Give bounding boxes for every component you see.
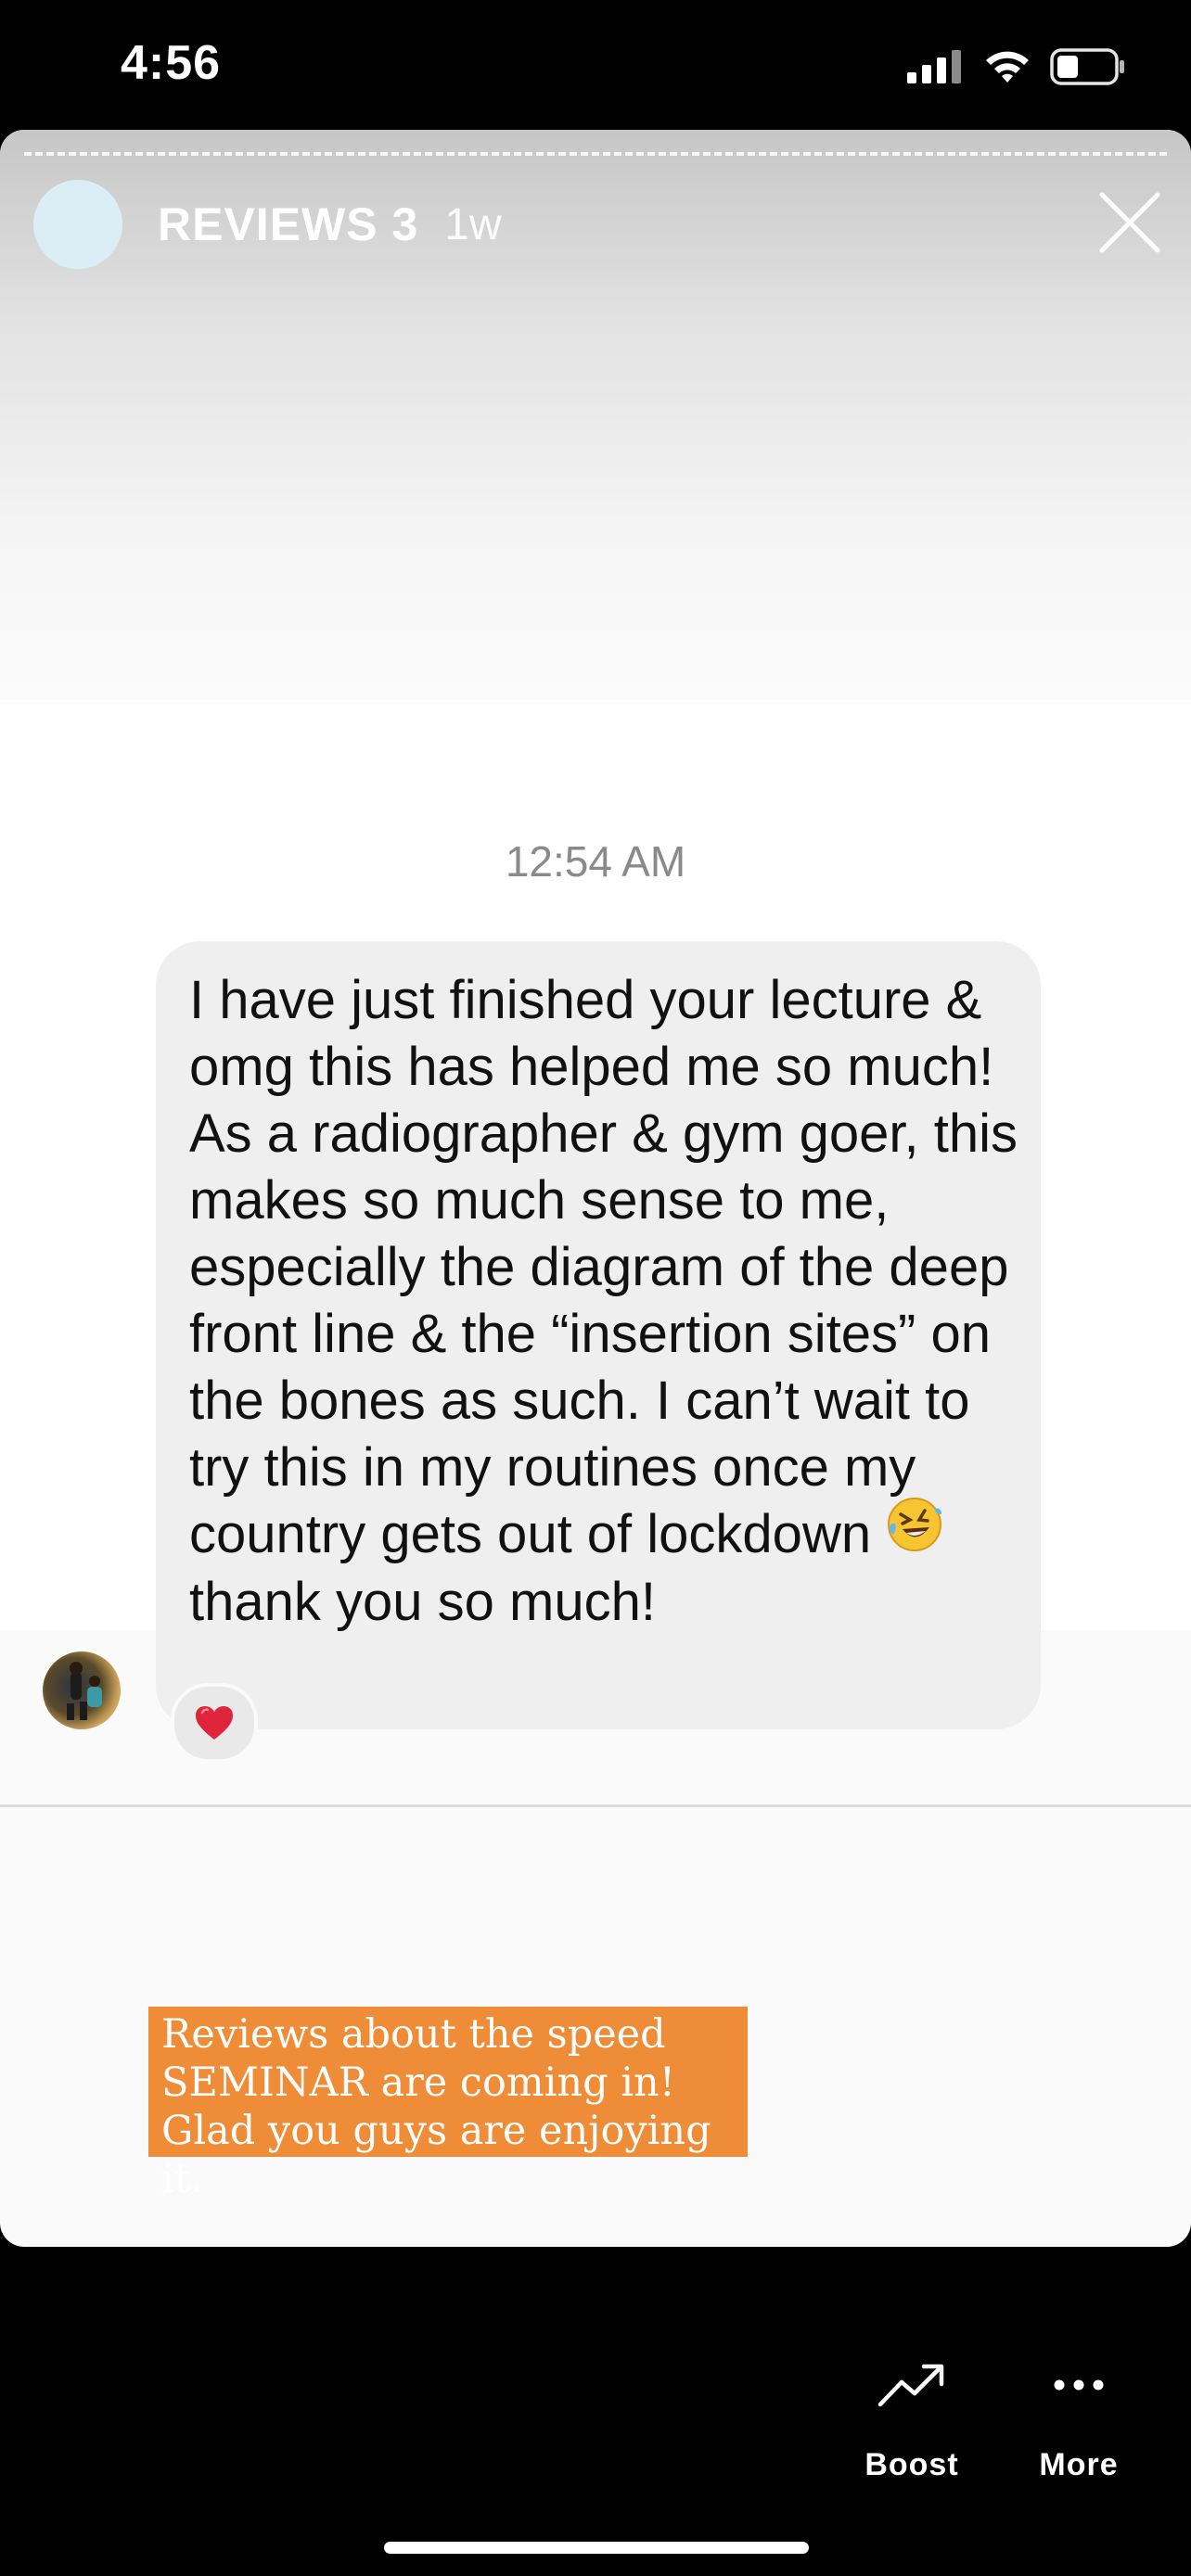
message-bubble: I have just finished your lecture & omg … <box>156 941 1041 1729</box>
battery-icon <box>1050 48 1124 85</box>
story-age: 1w <box>444 199 502 249</box>
more-label: More <box>1039 2447 1119 2482</box>
story-header: REVIEWS 3 1w <box>33 180 502 269</box>
sender-avatar <box>43 1651 121 1729</box>
wifi-icon <box>986 51 1029 83</box>
story-title[interactable]: REVIEWS 3 <box>158 198 418 251</box>
message-text: I have just finished your lecture & omg … <box>189 967 1024 1636</box>
boost-trend-icon <box>877 2364 944 2407</box>
status-time: 4:56 <box>121 36 222 90</box>
chat-screenshot: 12:54 AM I have just finished your lectu… <box>0 700 1191 1763</box>
boost-button[interactable]: Boost <box>847 2349 977 2483</box>
message-text-start: I have just finished your lecture & omg … <box>189 970 1018 1564</box>
more-button[interactable]: More <box>1014 2349 1144 2483</box>
story-caption: Reviews about the speed SEMINAR are comi… <box>148 2007 748 2202</box>
heart-icon <box>196 1706 233 1740</box>
bottom-action-bar: Boost More <box>0 2247 1191 2576</box>
status-icons <box>907 46 1126 87</box>
close-icon[interactable] <box>1095 187 1165 258</box>
heart-reaction <box>171 1683 258 1763</box>
screenshot-divider <box>0 1804 1191 1807</box>
story-card[interactable]: REVIEWS 3 1w 12:54 AM I have just finish… <box>0 130 1191 2247</box>
story-avatar[interactable] <box>33 180 122 269</box>
message-timestamp: 12:54 AM <box>505 837 686 886</box>
boost-label: Boost <box>864 2447 959 2482</box>
status-bar: 4:56 <box>0 0 1191 130</box>
more-dots-icon <box>1054 2379 1104 2391</box>
story-progress-bar <box>24 152 1167 156</box>
rofl-emoji-icon <box>886 1496 943 1569</box>
cellular-signal-icon <box>907 50 961 83</box>
message-text-end: thank you so much! <box>189 1572 656 1633</box>
home-indicator[interactable] <box>384 2542 809 2554</box>
